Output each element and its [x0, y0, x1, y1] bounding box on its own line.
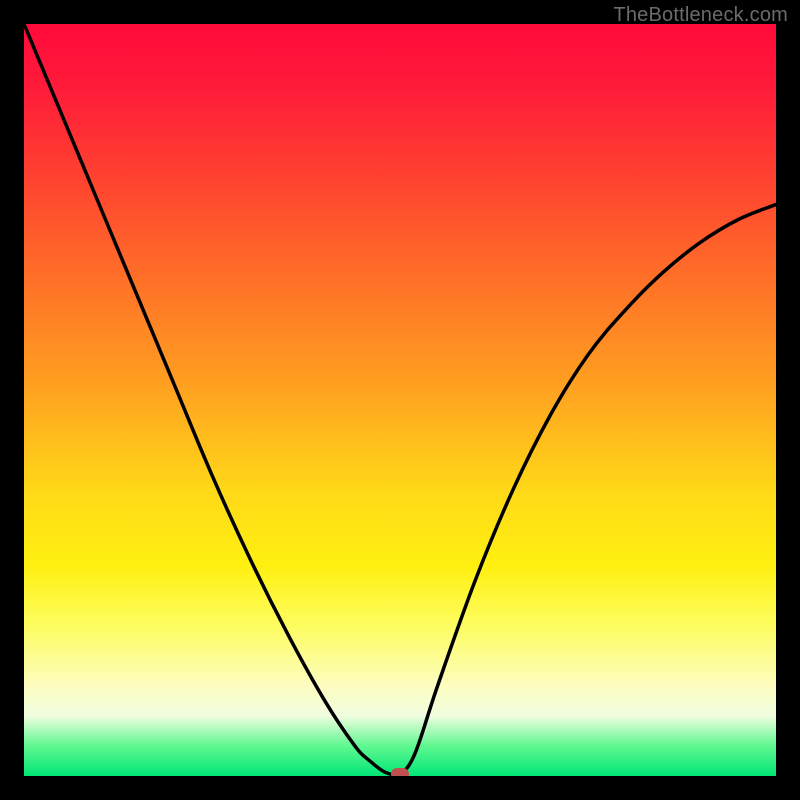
chart-frame — [24, 24, 776, 776]
optimal-marker — [391, 768, 409, 776]
bottleneck-curve — [24, 24, 776, 776]
